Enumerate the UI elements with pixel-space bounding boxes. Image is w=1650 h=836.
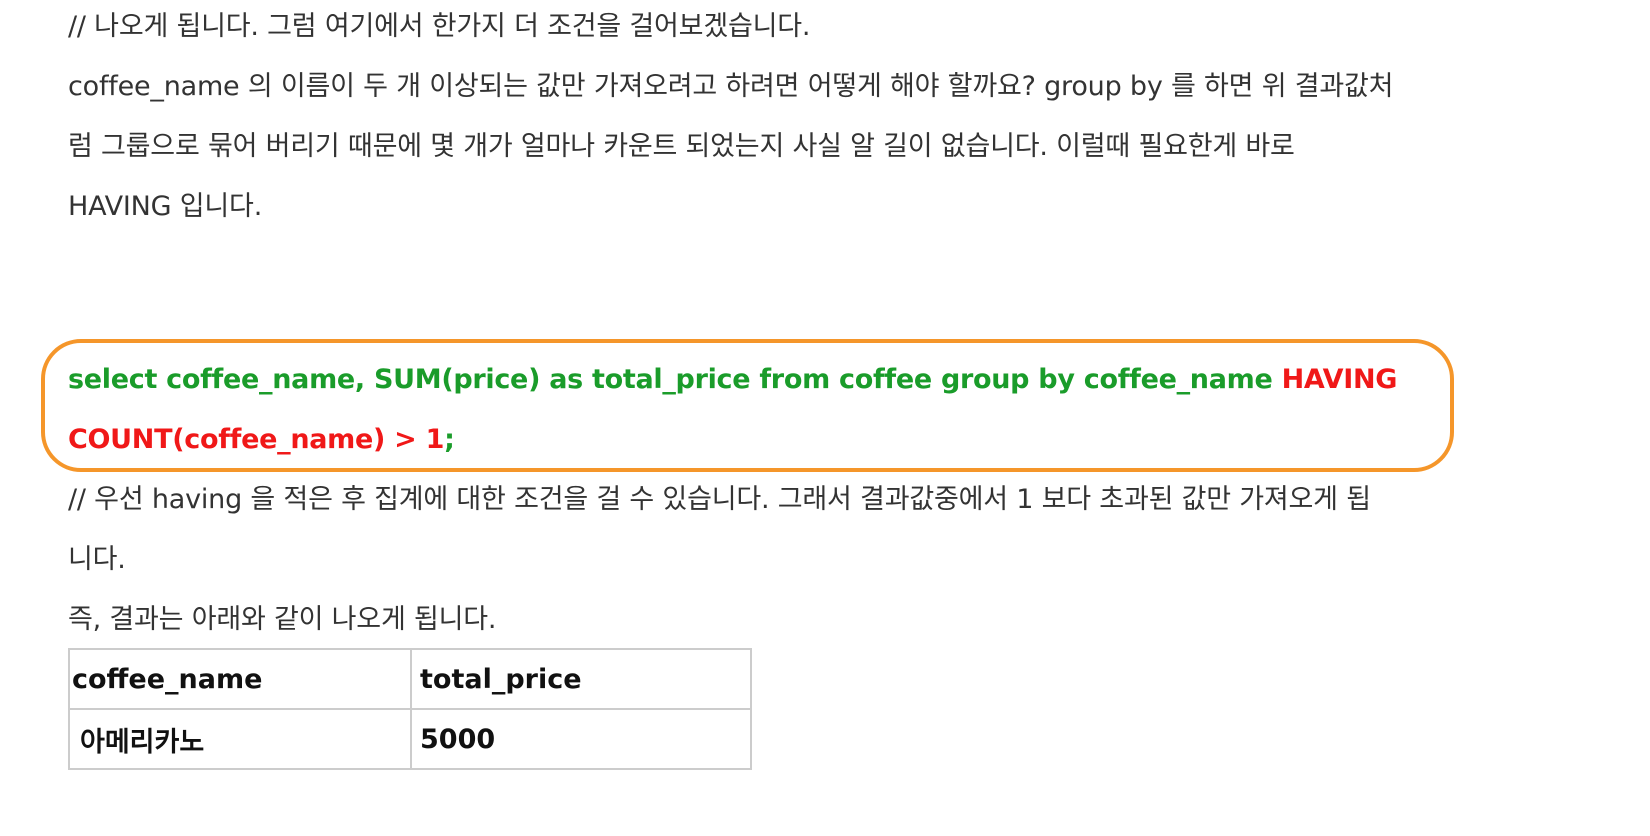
table-header-row: coffee_name total_price [68, 648, 752, 710]
sql-semicolon: ; [444, 424, 455, 455]
result-intro-paragraph: 즉, 결과는 아래와 같이 나오게 됩니다. [68, 604, 497, 635]
question-paragraph-line-2: 럼 그룹으로 묶어 버리기 때문에 몇 개가 얼마나 카운트 되었는지 사실 알… [68, 131, 1295, 162]
table-header-cell: coffee_name [68, 648, 412, 710]
explain-paragraph-line-1: // 우선 having 을 적은 후 집계에 대한 조건을 걸 수 있습니다.… [68, 484, 1371, 515]
table-cell: 아메리카노 [68, 708, 412, 770]
table-cell: 5000 [410, 708, 752, 770]
table-row: 아메리카노 5000 [68, 708, 752, 770]
result-table: coffee_name total_price 아메리카노 5000 [68, 648, 752, 770]
sql-code-line-2: COUNT(coffee_name) > 1; [68, 410, 455, 470]
question-paragraph-line-1: coffee_name 의 이름이 두 개 이상되는 값만 가져오려고 하려면 … [68, 71, 1394, 102]
intro-paragraph: // 나오게 됩니다. 그럼 여기에서 한가지 더 조건을 걸어보겠습니다. [68, 11, 811, 42]
sql-having-condition: COUNT(coffee_name) > 1 [68, 424, 445, 455]
sql-select-clause: select coffee_name, SUM(price) as total_… [68, 364, 1282, 395]
table-header-cell: total_price [410, 648, 752, 710]
sql-code-line-1: select coffee_name, SUM(price) as total_… [68, 350, 1397, 410]
sql-having-keyword: HAVING [1281, 364, 1398, 395]
explain-paragraph-line-2: 니다. [68, 544, 126, 575]
question-paragraph-line-3: HAVING 입니다. [68, 191, 263, 222]
